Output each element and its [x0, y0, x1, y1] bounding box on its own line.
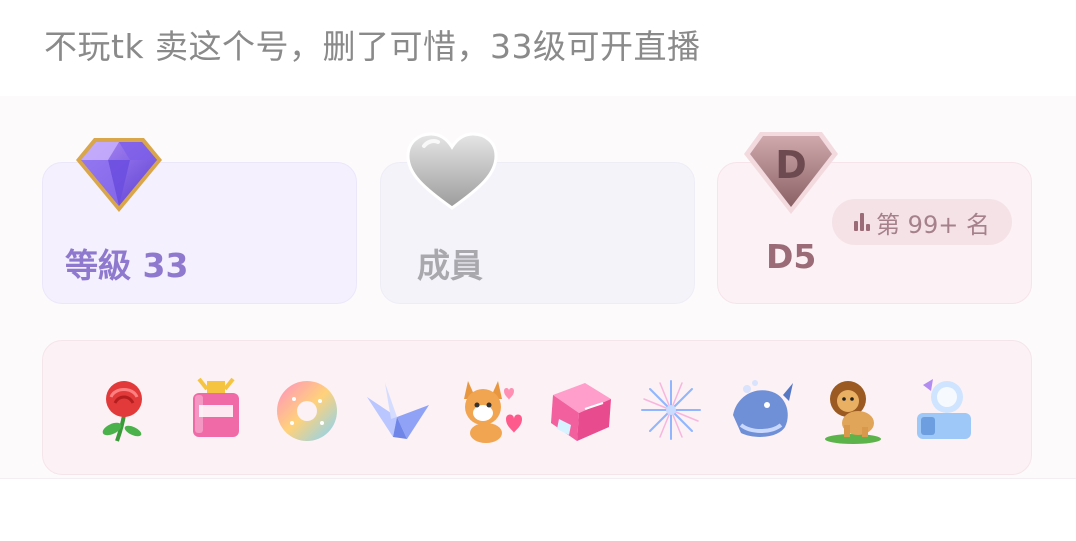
whale-gift-icon[interactable] — [727, 375, 797, 445]
rank-badge-text: 第 99+ 名 — [876, 210, 990, 239]
donut-gift-icon[interactable] — [272, 375, 342, 445]
corgi-gift-icon[interactable] — [454, 375, 524, 445]
diamond-icon — [76, 138, 162, 212]
rank-tier-letter: D — [775, 143, 807, 187]
bar-chart-icon — [854, 213, 871, 231]
fireworks-gift-icon[interactable] — [636, 375, 706, 445]
caption-area: 不玩tk 卖这个号，删了可惜，33级可开直播 — [0, 0, 1076, 96]
shield-icon: D — [744, 132, 838, 214]
bottom-area — [0, 478, 1076, 541]
post-caption: 不玩tk 卖这个号，删了可惜，33级可开直播 — [44, 27, 701, 66]
rank-badge[interactable]: 第 99+ 名 — [832, 199, 1012, 245]
paper-crane-gift-icon[interactable] — [363, 375, 433, 445]
perfume-gift-icon[interactable] — [181, 375, 251, 445]
gift-gallery[interactable] — [42, 340, 1032, 475]
rose-gift-icon[interactable] — [89, 375, 159, 445]
membership-label: 成員 — [417, 246, 483, 285]
heart-icon — [406, 132, 498, 210]
crystal-gift-icon[interactable] — [909, 375, 979, 445]
lion-gift-icon[interactable] — [818, 375, 888, 445]
level-label: 等級 33 — [65, 246, 189, 285]
rank-label: D5 — [766, 237, 817, 276]
tiktok-cube-gift-icon[interactable] — [545, 375, 615, 445]
